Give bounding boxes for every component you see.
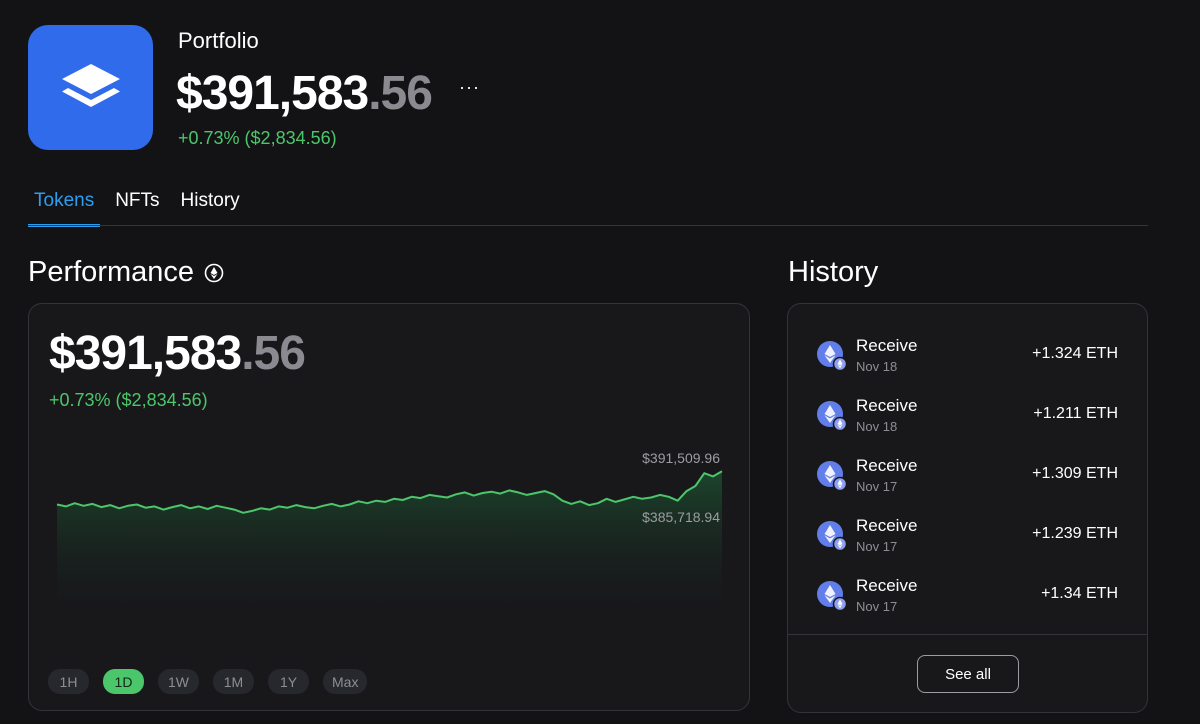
chart-area-fill [57, 471, 722, 610]
history-amount: +1.211 ETH [1033, 405, 1118, 422]
page-title: Portfolio [178, 28, 259, 53]
history-date: Nov 17 [856, 479, 898, 494]
history-amount: +1.239 ETH [1032, 525, 1118, 542]
range-1w-button[interactable]: 1W [158, 669, 199, 694]
performance-balance-cents: .56 [241, 327, 306, 380]
tab-tokens[interactable]: Tokens [28, 190, 101, 227]
history-type: Receive [856, 576, 918, 595]
range-max-button[interactable]: Max [323, 669, 368, 694]
more-options-button[interactable]: ··· [459, 77, 480, 100]
history-type: Receive [856, 336, 918, 355]
performance-title: Performance [28, 256, 195, 288]
more-dots-icon: ··· [459, 77, 480, 97]
performance-chart[interactable] [29, 444, 749, 624]
total-balance-cents: .56 [368, 67, 433, 120]
ethereum-token-icon [817, 401, 848, 432]
history-type: Receive [856, 516, 918, 535]
tabs-divider [28, 225, 1148, 226]
range-1m-button[interactable]: 1M [213, 669, 254, 694]
history-type: Receive [856, 396, 918, 415]
history-date: Nov 17 [856, 539, 898, 554]
history-item[interactable]: Receive Nov 17 +1.309 ETH [788, 444, 1147, 504]
history-type: Receive [856, 456, 918, 475]
range-1h-button[interactable]: 1H [48, 669, 89, 694]
stacked-layers-icon [61, 63, 120, 107]
history-item[interactable]: Receive Nov 18 +1.324 ETH [788, 324, 1147, 384]
performance-balance-main: $391,583 [49, 327, 242, 380]
history-card: Receive Nov 18 +1.324 ETH Receive Nov 18… [787, 303, 1148, 713]
range-1y-button[interactable]: 1Y [268, 669, 309, 694]
portfolio-logo [28, 25, 153, 150]
tab-history[interactable]: History [175, 190, 246, 226]
history-date: Nov 17 [856, 599, 898, 614]
history-amount: +1.324 ETH [1032, 345, 1118, 362]
history-item[interactable]: Receive Nov 18 +1.211 ETH [788, 384, 1147, 444]
time-range-selector: 1H 1D 1W 1M 1Y Max [48, 669, 368, 694]
portfolio-screen: Portfolio $391,583.56 ··· +0.73% ($2,834… [0, 0, 1200, 724]
ethereum-token-icon [817, 521, 848, 552]
history-item[interactable]: Receive Nov 17 +1.34 ETH [788, 564, 1147, 624]
chart-low-label: $385,718.94 [642, 509, 720, 525]
chart-high-label: $391,509.96 [642, 450, 720, 466]
ethereum-token-icon [817, 341, 848, 372]
total-change: +0.73% ($2,834.56) [178, 128, 337, 148]
tab-bar: Tokens NFTs History [28, 190, 246, 227]
tab-nfts[interactable]: NFTs [109, 190, 165, 226]
history-amount: +1.34 ETH [1041, 585, 1118, 602]
total-balance-main: $391,583 [176, 67, 369, 120]
range-1d-button[interactable]: 1D [103, 669, 144, 694]
history-list: Receive Nov 18 +1.324 ETH Receive Nov 18… [788, 324, 1147, 624]
ethereum-token-icon [817, 461, 848, 492]
performance-change: +0.73% ($2,834.56) [49, 390, 208, 410]
ethereum-icon[interactable] [204, 263, 224, 283]
ethereum-token-icon [817, 581, 848, 612]
history-title: History [788, 256, 879, 288]
performance-heading: Performance [28, 256, 224, 289]
performance-card: $391,583.56 +0.73% ($2,834.56) $391,509.… [28, 303, 750, 711]
see-all-button[interactable]: See all [917, 655, 1019, 693]
history-divider [788, 634, 1147, 635]
performance-balance: $391,583.56 [49, 326, 306, 381]
performance-chart-svg [56, 470, 723, 610]
history-date: Nov 18 [856, 359, 898, 374]
total-balance: $391,583.56 [176, 66, 433, 121]
history-amount: +1.309 ETH [1032, 465, 1118, 482]
history-date: Nov 18 [856, 419, 898, 434]
history-item[interactable]: Receive Nov 17 +1.239 ETH [788, 504, 1147, 564]
